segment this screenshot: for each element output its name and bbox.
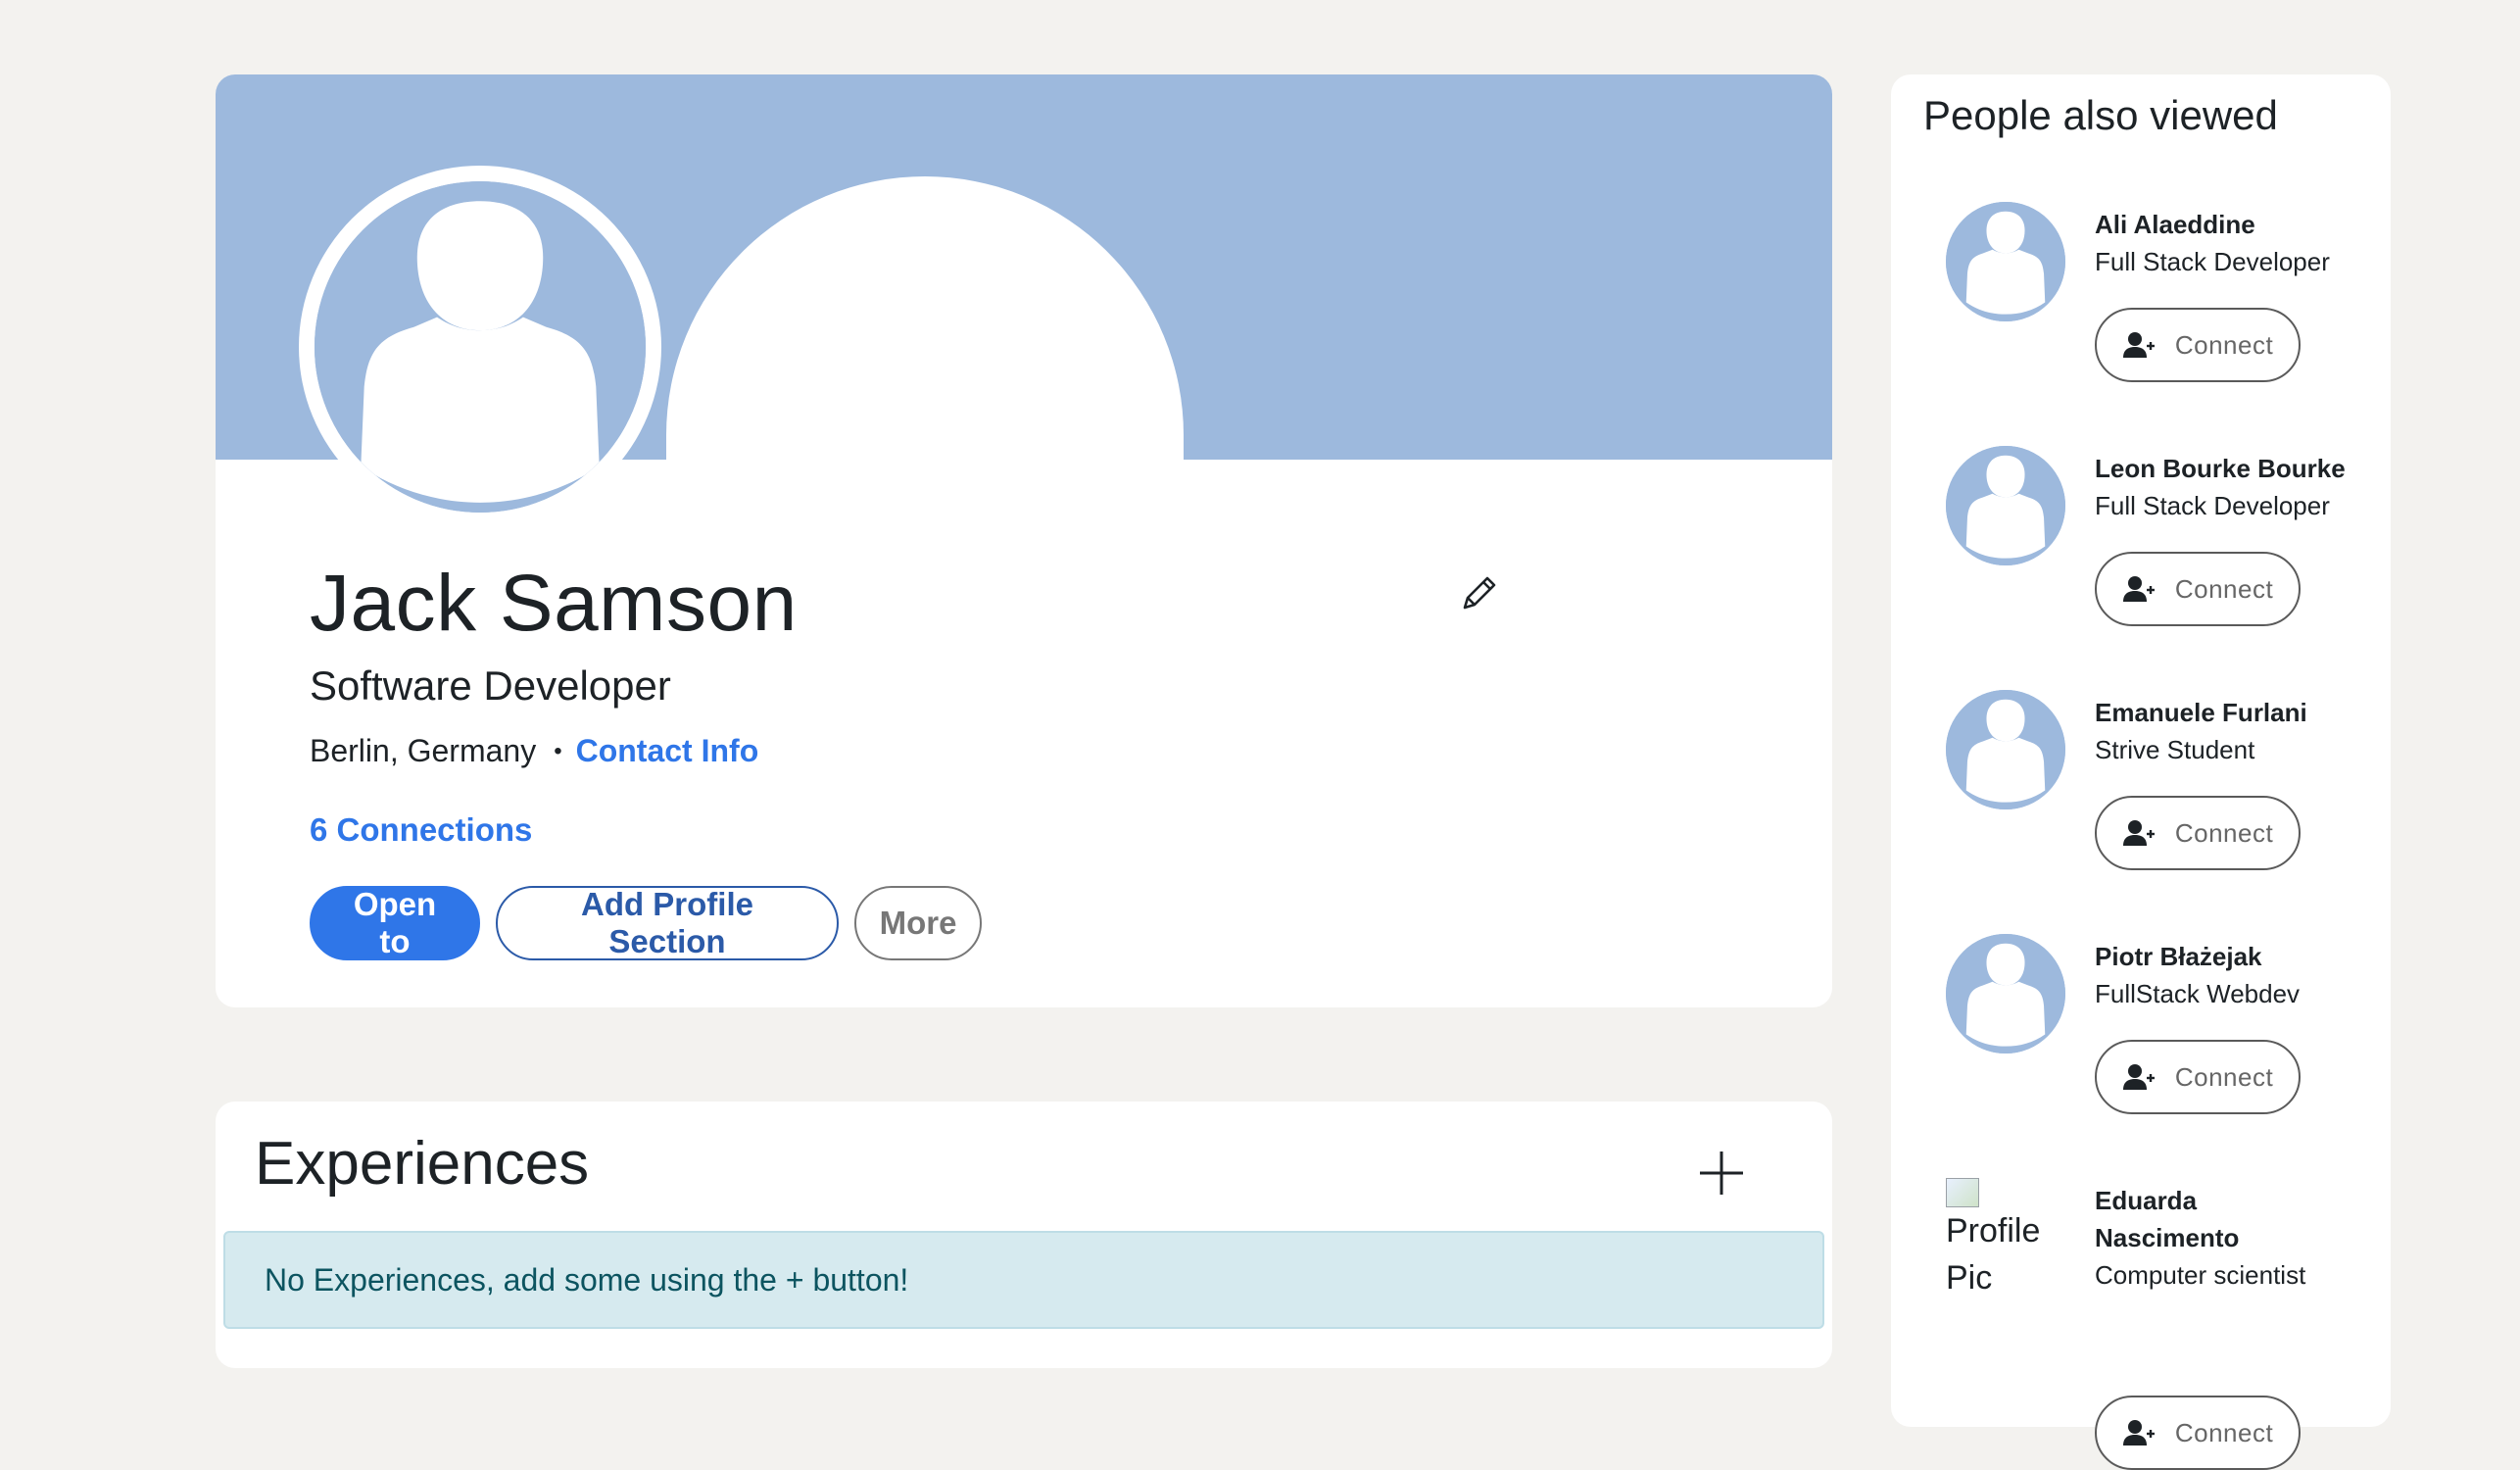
experiences-title: Experiences bbox=[255, 1130, 590, 1198]
default-avatar-icon[interactable] bbox=[1946, 934, 2065, 1054]
banner-shape bbox=[666, 176, 1184, 608]
separator-dot: • bbox=[554, 737, 562, 764]
add-user-icon bbox=[2122, 1064, 2155, 1090]
profile-card: Jack Samson Software Developer Berlin, G… bbox=[216, 74, 1832, 1007]
person-role: FullStack Webdev bbox=[2095, 979, 2301, 1008]
profile-name: Jack Samson bbox=[310, 559, 798, 648]
sidebar-title: People also viewed bbox=[1923, 92, 2278, 138]
connect-button[interactable]: Connect bbox=[2095, 796, 2301, 870]
contact-info-link[interactable]: Contact Info bbox=[576, 733, 759, 769]
add-user-icon bbox=[2122, 332, 2155, 358]
broken-image-icon bbox=[1946, 1178, 1979, 1207]
connections-link[interactable]: 6 Connections bbox=[310, 811, 532, 849]
plus-icon[interactable] bbox=[1697, 1149, 1746, 1198]
add-user-icon bbox=[2122, 820, 2155, 846]
person-name-line: Eduarda bbox=[2095, 1186, 2198, 1215]
person-name[interactable]: Emanuele Furlani bbox=[2095, 694, 2307, 731]
image-alt-text: Profile bbox=[1946, 1212, 2041, 1250]
person-name[interactable]: Ali Alaeddine bbox=[2095, 206, 2255, 243]
default-avatar-icon[interactable] bbox=[1946, 446, 2065, 565]
person-name[interactable]: Piotr Błażejak bbox=[2095, 938, 2262, 975]
person-name-line: Nascimento bbox=[2095, 1223, 2240, 1252]
profile-avatar[interactable] bbox=[299, 166, 661, 528]
person-name[interactable]: Eduarda Nascimento bbox=[2095, 1182, 2239, 1256]
person-role: Strive Student bbox=[2095, 735, 2255, 764]
add-user-icon bbox=[2122, 1420, 2155, 1446]
add-user-icon bbox=[2122, 576, 2155, 602]
broken-profile-image[interactable]: Profile Pic bbox=[1946, 1178, 2063, 1301]
default-avatar-icon[interactable] bbox=[1946, 202, 2065, 321]
more-button[interactable]: More bbox=[854, 886, 982, 960]
person-card: Emanuele Furlani Strive Student Connect bbox=[1891, 690, 2391, 896]
person-card: Leon Bourke Bourke Full Stack Developer … bbox=[1891, 446, 2391, 652]
connect-label: Connect bbox=[2174, 573, 2274, 604]
location-row: Berlin, Germany • Contact Info bbox=[310, 733, 758, 769]
person-role: Computer scientist bbox=[2095, 1260, 2306, 1290]
person-name[interactable]: Leon Bourke Bourke bbox=[2095, 450, 2346, 487]
person-role: Full Stack Developer bbox=[2095, 491, 2330, 520]
person-card: Profile Pic Eduarda Nascimento Computer … bbox=[1891, 1178, 2391, 1470]
default-avatar-icon[interactable] bbox=[1946, 690, 2065, 809]
add-profile-section-button[interactable]: Add Profile Section bbox=[496, 886, 839, 960]
person-card: Piotr Błażejak FullStack Webdev Connect bbox=[1891, 934, 2391, 1140]
default-avatar-icon bbox=[315, 181, 646, 513]
connect-label: Connect bbox=[2174, 817, 2274, 848]
pencil-icon[interactable] bbox=[1455, 568, 1504, 617]
connect-button[interactable]: Connect bbox=[2095, 308, 2301, 382]
connect-label: Connect bbox=[2174, 1061, 2274, 1092]
image-alt-text: Pic bbox=[1946, 1259, 1993, 1297]
profile-location: Berlin, Germany bbox=[310, 733, 537, 768]
person-role: Full Stack Developer bbox=[2095, 247, 2330, 276]
connect-button[interactable]: Connect bbox=[2095, 1396, 2301, 1470]
connect-button[interactable]: Connect bbox=[2095, 552, 2301, 626]
experiences-empty-message: No Experiences, add some using the + but… bbox=[265, 1261, 909, 1298]
experiences-empty-alert: No Experiences, add some using the + but… bbox=[223, 1231, 1824, 1329]
experiences-card: Experiences No Experiences, add some usi… bbox=[216, 1102, 1832, 1368]
connect-button[interactable]: Connect bbox=[2095, 1040, 2301, 1114]
profile-headline: Software Developer bbox=[310, 662, 671, 709]
connect-label: Connect bbox=[2174, 1417, 2274, 1447]
profile-actions: Open to Add Profile Section More bbox=[310, 886, 982, 960]
people-also-viewed-sidebar: People also viewed Ali Alaeddine Full St… bbox=[1891, 74, 2391, 1470]
open-to-button[interactable]: Open to bbox=[310, 886, 480, 960]
person-card: Ali Alaeddine Full Stack Developer Conne… bbox=[1891, 202, 2391, 408]
connect-label: Connect bbox=[2174, 329, 2274, 360]
